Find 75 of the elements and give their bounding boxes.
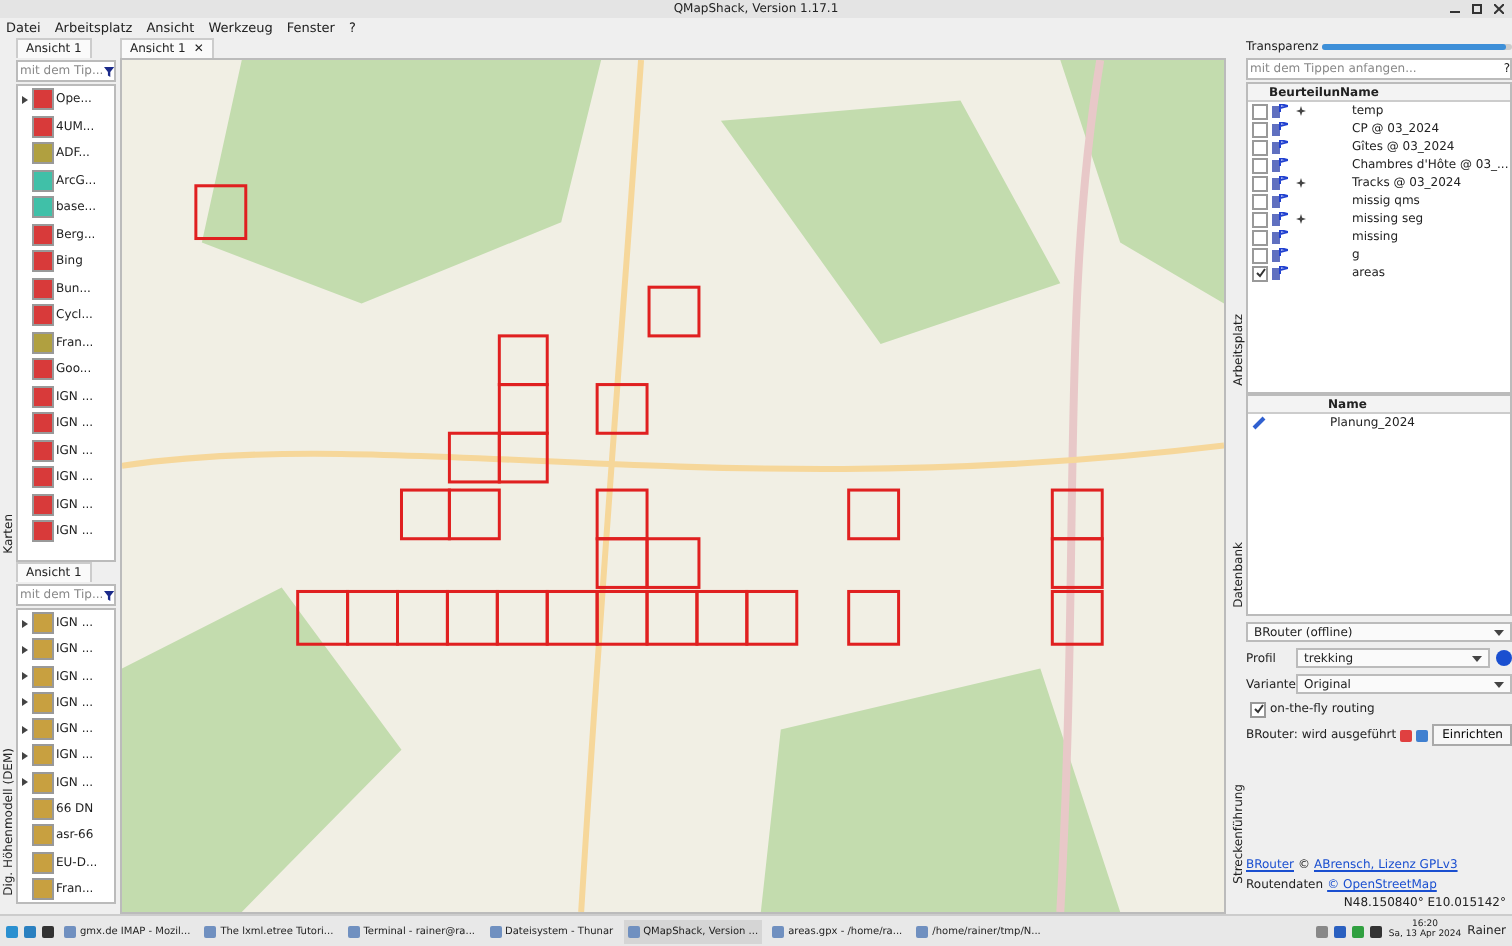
map-icon bbox=[32, 196, 54, 219]
map-icon bbox=[32, 439, 54, 462]
checkbox[interactable] bbox=[1252, 211, 1268, 227]
elevation-icon bbox=[32, 877, 54, 900]
map-icon bbox=[32, 88, 54, 111]
app-icon bbox=[64, 925, 76, 937]
project-icon bbox=[1272, 176, 1288, 190]
map-icon bbox=[32, 115, 54, 138]
elevation-icon bbox=[32, 718, 54, 741]
project-icon bbox=[1272, 212, 1288, 226]
map-icon bbox=[32, 412, 54, 435]
project-icon bbox=[1272, 266, 1288, 280]
app-icon bbox=[489, 925, 502, 937]
checkbox[interactable] bbox=[1252, 103, 1268, 119]
map-icon bbox=[32, 223, 54, 246]
map-icon bbox=[32, 385, 54, 408]
elevation-icon bbox=[32, 797, 54, 820]
checkbox[interactable] bbox=[1252, 265, 1268, 281]
map-icon bbox=[32, 331, 54, 354]
app-icon bbox=[627, 925, 640, 937]
project-icon bbox=[1272, 104, 1288, 118]
star-icon bbox=[1295, 178, 1305, 188]
star-icon bbox=[1295, 214, 1305, 224]
expand-icon bbox=[22, 698, 28, 707]
map-icon bbox=[32, 304, 54, 327]
elevation-icon bbox=[32, 851, 54, 874]
close-icon[interactable] bbox=[1494, 4, 1504, 14]
checkbox[interactable] bbox=[1252, 121, 1268, 137]
expand-icon bbox=[22, 672, 28, 681]
checkbox[interactable] bbox=[1252, 157, 1268, 173]
elevation-icon bbox=[32, 691, 54, 714]
elevation-icon bbox=[32, 744, 54, 767]
checkbox[interactable] bbox=[1252, 139, 1268, 155]
checkbox[interactable] bbox=[1252, 247, 1268, 263]
map-icon bbox=[32, 466, 54, 489]
expand-icon bbox=[22, 778, 28, 787]
elevation-icon bbox=[32, 665, 54, 688]
checkbox[interactable] bbox=[1252, 193, 1268, 209]
map-icon bbox=[32, 493, 54, 516]
star-icon bbox=[1295, 106, 1305, 116]
expand-icon bbox=[22, 751, 28, 760]
map-icon bbox=[32, 250, 54, 273]
map-icon bbox=[32, 142, 54, 165]
map-icon bbox=[32, 169, 54, 192]
project-icon bbox=[1272, 122, 1288, 136]
pencil-icon bbox=[1252, 416, 1266, 430]
map-icon bbox=[32, 358, 54, 381]
elevation-icon bbox=[32, 771, 54, 794]
checkbox[interactable] bbox=[1252, 229, 1268, 245]
maximize-icon[interactable] bbox=[1472, 4, 1482, 14]
project-icon bbox=[1272, 140, 1288, 154]
elevation-icon bbox=[32, 824, 54, 847]
caret-icon bbox=[1494, 681, 1504, 687]
caret-icon bbox=[1472, 655, 1482, 661]
filter-icon bbox=[103, 65, 114, 77]
expand-icon bbox=[22, 725, 28, 734]
project-icon bbox=[1272, 248, 1288, 262]
expand-icon bbox=[22, 645, 28, 654]
expand-icon bbox=[22, 95, 28, 104]
checkbox[interactable] bbox=[1250, 701, 1266, 717]
elevation-icon bbox=[32, 612, 54, 635]
map-icon bbox=[32, 277, 54, 300]
caret-icon bbox=[1494, 629, 1504, 635]
app-icon bbox=[772, 925, 785, 937]
project-icon bbox=[1272, 230, 1288, 244]
checkbox[interactable] bbox=[1252, 175, 1268, 191]
map-icon bbox=[32, 520, 54, 543]
expand-icon bbox=[22, 619, 28, 628]
filter-icon bbox=[103, 589, 114, 601]
project-icon bbox=[1272, 158, 1288, 172]
app-icon bbox=[204, 925, 217, 937]
app-icon bbox=[916, 925, 929, 937]
elevation-icon bbox=[32, 638, 54, 661]
project-icon bbox=[1272, 194, 1288, 208]
app-icon bbox=[347, 925, 360, 937]
